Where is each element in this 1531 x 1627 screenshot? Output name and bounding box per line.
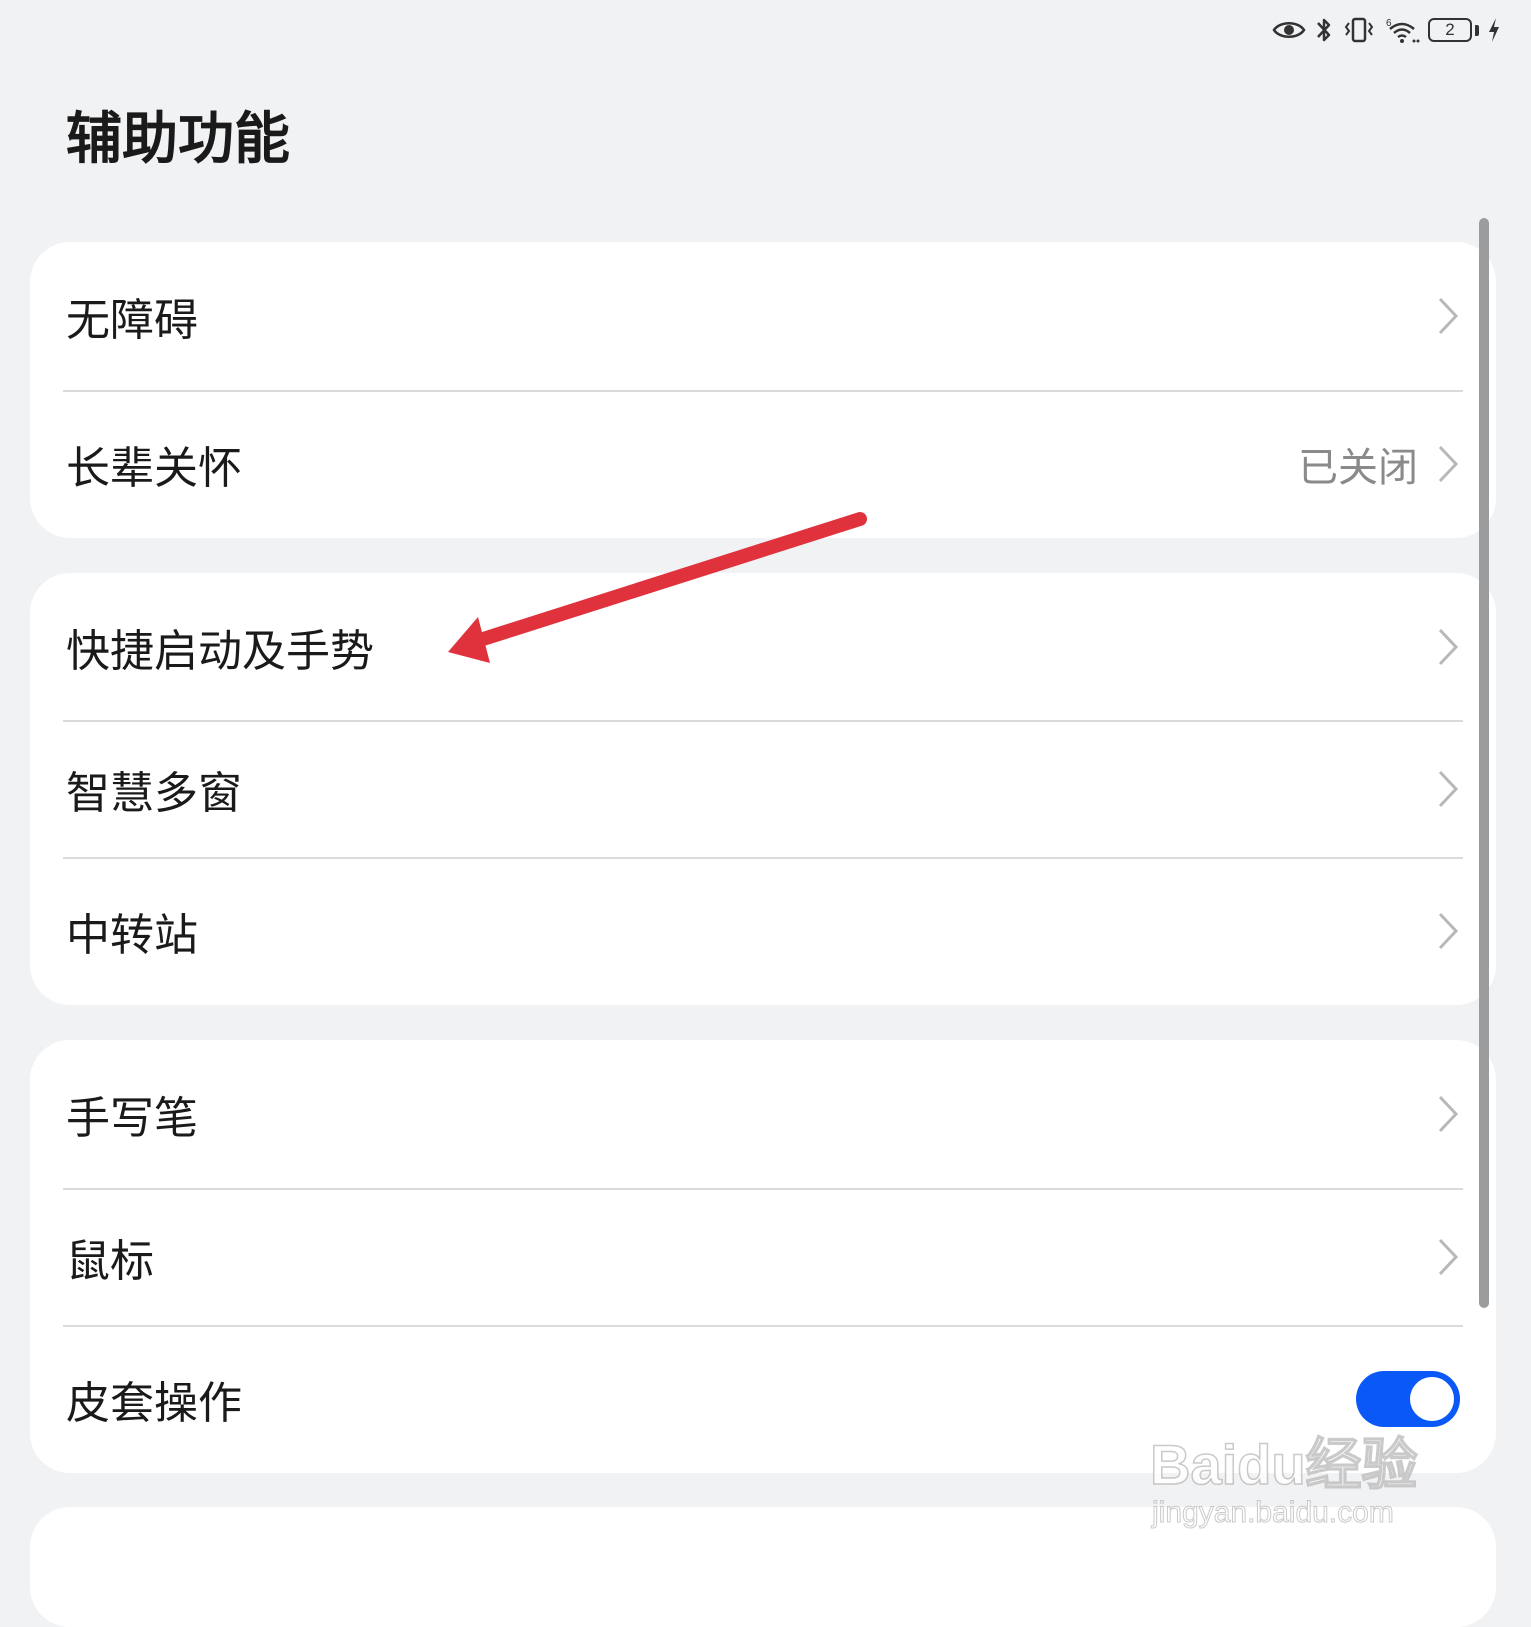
list-item-label: 无障碍 — [66, 295, 198, 346]
battery-level: 2 — [1428, 18, 1472, 42]
page-title: 辅助功能 — [66, 107, 290, 172]
wifi-6-icon: 6 — [1384, 15, 1420, 45]
list-item-elder-care[interactable]: 长辈关怀 已关闭 — [30, 390, 1496, 538]
chevron-right-icon — [1436, 627, 1460, 667]
status-bar: 6 2 — [1272, 10, 1501, 50]
list-item-accessibility[interactable]: 无障碍 — [30, 242, 1496, 390]
chevron-right-icon — [1436, 769, 1460, 809]
chevron-right-icon — [1436, 1237, 1460, 1277]
settings-group-1: 无障碍 长辈关怀 已关闭 — [30, 242, 1496, 538]
list-item-shortcuts-gestures[interactable]: 快捷启动及手势 — [30, 573, 1496, 720]
settings-group-2: 快捷启动及手势 智慧多窗 中转站 — [30, 573, 1496, 1005]
battery-icon: 2 — [1428, 18, 1479, 42]
toggle-knob — [1410, 1377, 1454, 1421]
settings-group-4 — [30, 1507, 1496, 1627]
chevron-right-icon — [1436, 444, 1460, 484]
eye-icon — [1272, 19, 1306, 41]
list-item-label: 鼠标 — [66, 1235, 154, 1287]
scrollbar[interactable] — [1479, 218, 1489, 1308]
charging-icon — [1487, 15, 1501, 45]
chevron-right-icon — [1436, 1094, 1460, 1134]
list-item-cover-operation: 皮套操作 — [30, 1325, 1496, 1473]
cover-operation-toggle[interactable] — [1356, 1371, 1460, 1427]
list-item-transfer-station[interactable]: 中转站 — [30, 857, 1496, 1005]
list-item-label: 快捷启动及手势 — [66, 625, 374, 677]
list-item-label: 智慧多窗 — [66, 767, 242, 819]
list-item-label: 手写笔 — [66, 1093, 198, 1144]
chevron-right-icon — [1436, 296, 1460, 336]
list-item-label: 长辈关怀 — [66, 443, 242, 494]
chevron-right-icon — [1436, 911, 1460, 951]
bluetooth-icon — [1314, 15, 1334, 45]
list-item-smart-multiwindow[interactable]: 智慧多窗 — [30, 720, 1496, 857]
list-item-label: 皮套操作 — [66, 1378, 242, 1429]
vibrate-icon — [1342, 15, 1376, 45]
list-item-label: 中转站 — [66, 910, 198, 961]
list-item-stylus[interactable]: 手写笔 — [30, 1040, 1496, 1188]
list-item-status: 已关闭 — [1298, 445, 1418, 491]
settings-group-3: 手写笔 鼠标 皮套操作 — [30, 1040, 1496, 1473]
list-item-mouse[interactable]: 鼠标 — [30, 1188, 1496, 1325]
